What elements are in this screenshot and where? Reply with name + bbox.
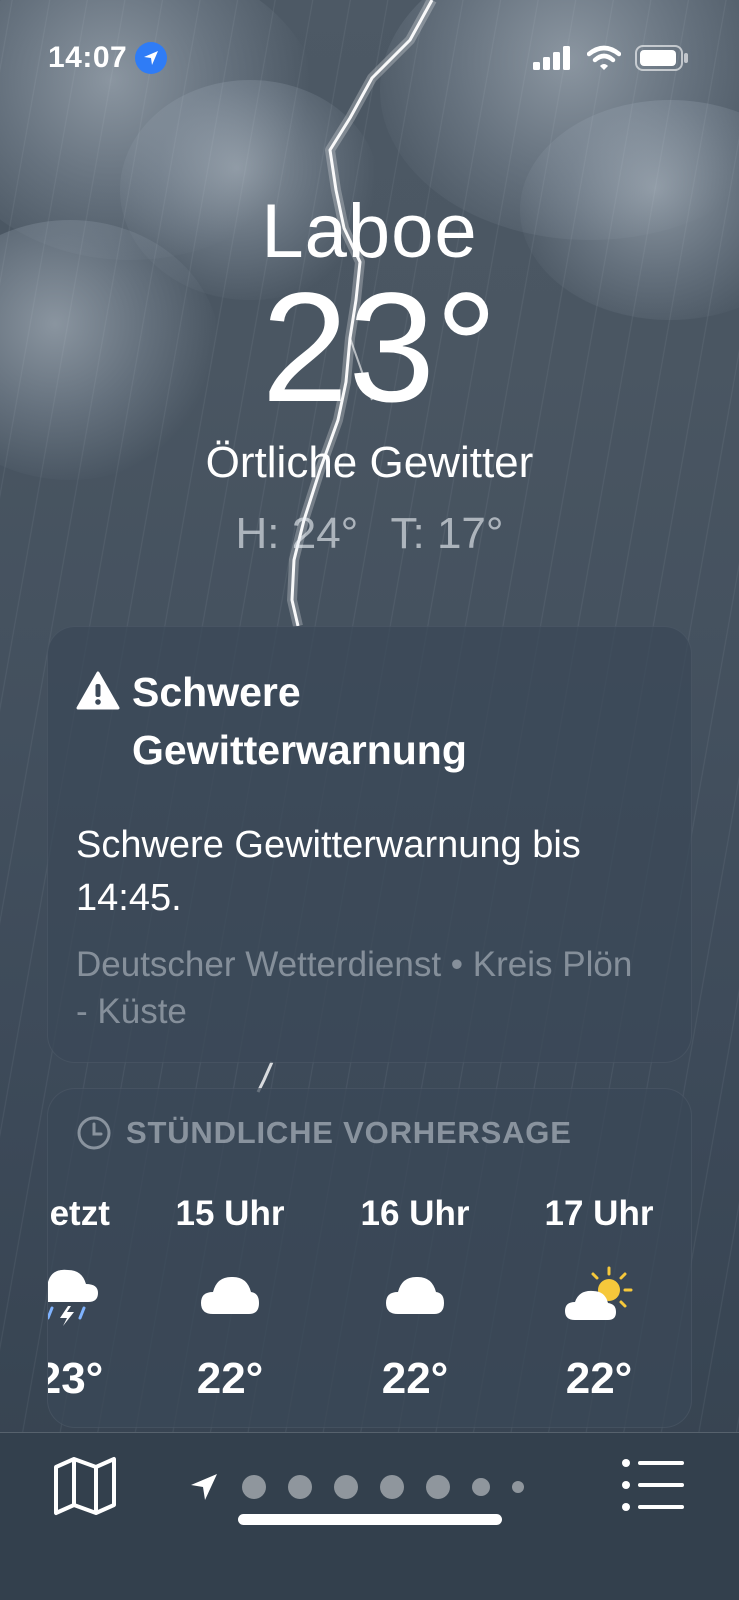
status-right (533, 45, 689, 71)
alert-body: Schwere Gewitterwarnung bis 14:45. (76, 824, 581, 919)
page-dot (512, 1481, 524, 1493)
severe-weather-alert-card[interactable]: Schwere Gewitterwarnung Schwere Gewitter… (47, 626, 692, 1063)
cloud-bolt-rain-icon (48, 1249, 140, 1339)
hour-item: 16 Uhr 22° (345, 1189, 485, 1409)
cloud-icon (160, 1249, 300, 1339)
map-icon (54, 1457, 116, 1515)
page-dot (334, 1475, 358, 1499)
battery-icon (635, 45, 688, 71)
hour-temperature: 23° (48, 1354, 104, 1403)
high-temperature: H: 24° (235, 509, 359, 558)
page-indicator[interactable] (188, 1469, 524, 1505)
low-temperature: T: 17° (390, 509, 504, 558)
home-indicator[interactable] (238, 1514, 502, 1525)
wifi-icon (587, 45, 621, 70)
cloud-icon (345, 1249, 485, 1339)
hour-item: Jetzt 23° (48, 1189, 140, 1409)
page-dot (242, 1475, 266, 1499)
status-time: 14:07 (48, 41, 128, 74)
alert-title-row: Schwere Gewitterwarnung (76, 663, 663, 779)
hour-temperature: 22° (565, 1354, 633, 1403)
map-button[interactable] (52, 1455, 118, 1517)
page-dot (426, 1475, 450, 1499)
hour-label: 15 Uhr (175, 1194, 285, 1233)
status-bar: 14:07 (48, 38, 689, 78)
hour-label: 16 Uhr (360, 1194, 470, 1233)
current-location-page-icon (191, 1474, 217, 1500)
hour-item: 15 Uhr 22° (160, 1189, 300, 1409)
location-arrow-icon (135, 42, 168, 74)
list-icon (622, 1459, 684, 1511)
hour-item: 17 Uhr 22° (529, 1189, 669, 1409)
alert-title: Schwere Gewitterwarnung (132, 669, 467, 773)
hourly-forecast-header: STÜNDLICHE VORHERSAGE (76, 1115, 691, 1151)
clock-icon (77, 1116, 111, 1150)
warning-triangle-icon (76, 671, 120, 710)
cloud-sun-icon (529, 1249, 669, 1339)
hourly-forecast-card[interactable]: STÜNDLICHE VORHERSAGE Jetzt 23° 15 Uhr (47, 1088, 692, 1428)
hour-temperature: 22° (381, 1354, 449, 1403)
cellular-signal-icon (533, 46, 570, 70)
hourly-forecast-title: STÜNDLICHE VORHERSAGE (126, 1115, 572, 1150)
weather-screen: 14:07 Laboe 23° Örtliche Gewitter H: 24°… (0, 0, 739, 1600)
alert-source: Deutscher Wetterdienst • Kreis Plön - Kü… (76, 945, 633, 1031)
page-dot (380, 1475, 404, 1499)
current-temperature: 23° (261, 261, 498, 435)
status-left: 14:07 (48, 41, 168, 75)
hourly-scroll[interactable]: Jetzt 23° 15 Uhr (48, 1189, 691, 1427)
hour-temperature: 22° (196, 1354, 264, 1403)
weather-condition: Örtliche Gewitter (205, 438, 534, 487)
hour-label: Jetzt (48, 1194, 110, 1233)
page-dot (472, 1478, 490, 1496)
location-list-button[interactable] (620, 1457, 686, 1513)
high-low-temperature: H: 24° T: 17° (0, 509, 739, 559)
page-dot (288, 1475, 312, 1499)
hour-label: 17 Uhr (544, 1194, 654, 1233)
